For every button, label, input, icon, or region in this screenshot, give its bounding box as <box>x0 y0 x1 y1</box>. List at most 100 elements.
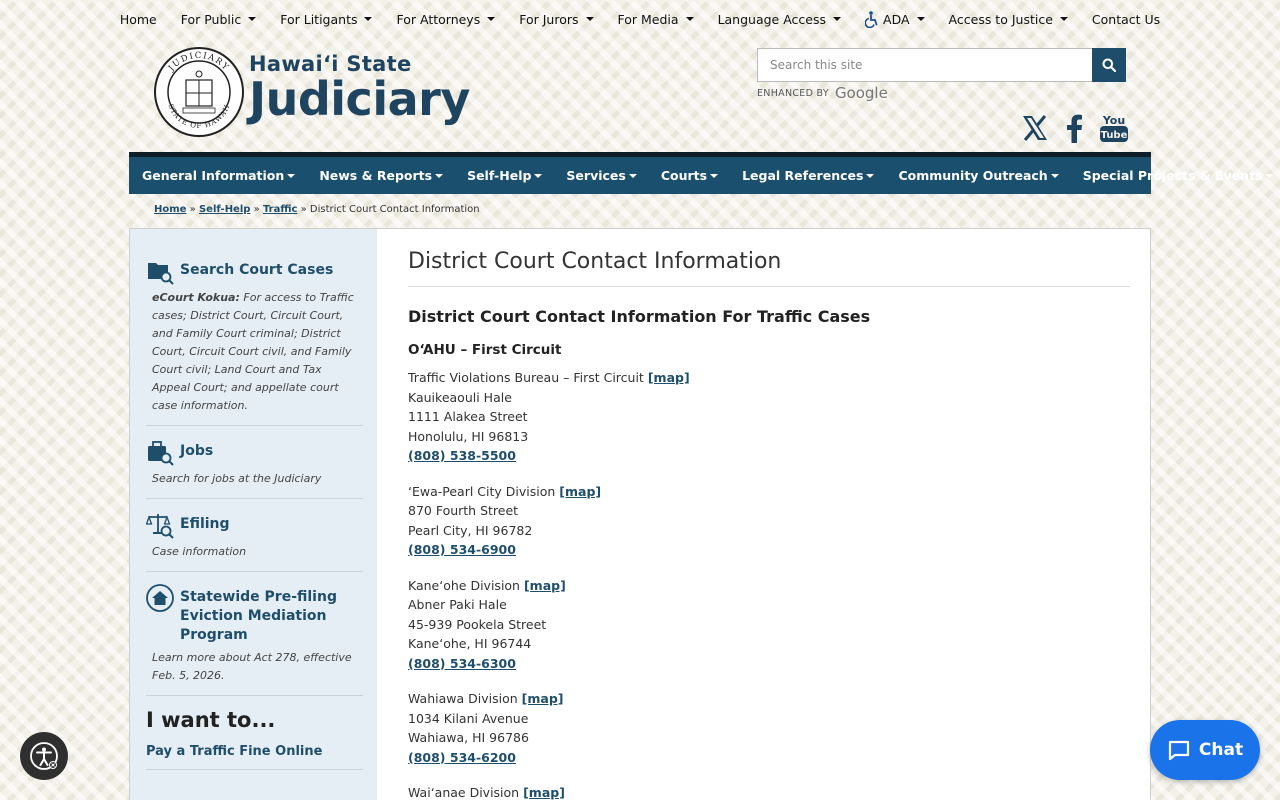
top-nav-language-access[interactable]: Language Access <box>718 12 842 27</box>
main-nav-label: Services <box>566 168 626 183</box>
sidebar-item-search-court-cases: Search Court Cases eCourt Kokua: For acce… <box>146 257 363 426</box>
pay-traffic-fine-link[interactable]: Pay a Traffic Fine Online <box>146 744 363 770</box>
sidebar-item-description: Case information <box>146 543 363 561</box>
phone-link[interactable]: (808) 534-6900 <box>408 542 516 557</box>
top-nav-for-public[interactable]: For Public <box>181 12 257 27</box>
address-line: 45-939 Pookela Street <box>408 616 547 632</box>
top-nav-for-media[interactable]: For Media <box>618 12 694 27</box>
location-block: ʻEwa-Pearl City Division [map] 870 Fourth… <box>408 482 1130 560</box>
caret-down-icon <box>585 17 594 21</box>
top-nav-for-litigants[interactable]: For Litigants <box>280 12 373 27</box>
sidebar-link-statewide-pre-filing-eviction-mediation-program[interactable]: Statewide Pre-filing Eviction Mediation … <box>146 584 363 645</box>
sidebar-item-jobs: Jobs Search for jobs at the Judiciary <box>146 438 363 499</box>
caret-down-icon <box>833 17 842 21</box>
search-icon <box>1102 58 1116 72</box>
accessibility-icon <box>30 742 58 770</box>
top-nav-label: For Public <box>180 11 242 27</box>
sidebar: Search Court Cases eCourt Kokua: For acce… <box>130 229 377 800</box>
sidebar-item-label: Efiling <box>180 516 230 532</box>
scales-search-icon <box>146 514 174 539</box>
map-link[interactable]: [map] <box>559 484 601 499</box>
main-nav-community-outreach[interactable]: Community Outreach <box>898 168 1059 183</box>
search-enhanced-by: ENHANCED BY Google <box>757 84 888 102</box>
description-text: Search for jobs at the Judiciary <box>152 472 322 485</box>
address-line: 870 Fourth Street <box>408 503 519 518</box>
chat-bubble-icon <box>1168 740 1190 761</box>
breadcrumb-traffic[interactable]: Traffic <box>263 204 297 215</box>
top-nav-label: ADA <box>883 11 910 27</box>
site-search <box>757 48 1126 82</box>
search-input[interactable] <box>757 48 1092 82</box>
location-name-line: Kaneʻohe Division [map] <box>408 576 1130 596</box>
main-nav-label: Courts <box>660 168 708 183</box>
address-line: Kaneʻohe, HI 96744 <box>408 636 532 651</box>
main-nav-legal-references[interactable]: Legal References <box>742 168 875 183</box>
caret-down-icon <box>287 173 296 178</box>
folder-search-icon <box>148 263 174 285</box>
sidebar-link-jobs[interactable]: Jobs <box>146 438 363 466</box>
main-nav-services[interactable]: Services <box>566 168 637 183</box>
location-block: Waiʻanae Division [map] <box>408 783 1130 800</box>
map-link[interactable]: [map] <box>523 785 565 800</box>
chat-button[interactable]: Chat <box>1150 720 1260 780</box>
youtube-icon[interactable]: You Tube <box>1098 112 1130 144</box>
top-nav-contact-us[interactable]: Contact Us <box>1092 12 1160 27</box>
caret-down-icon <box>1265 173 1274 178</box>
top-nav-label: For Media <box>617 11 679 27</box>
house-icon <box>146 584 174 612</box>
top-nav-label: Access to Justice <box>948 11 1053 27</box>
phone-link[interactable]: (808) 534-6300 <box>408 656 516 671</box>
location-name: Kaneʻohe Division <box>408 577 520 593</box>
sidebar-link-efiling[interactable]: Efiling <box>146 511 363 539</box>
address-line: Honolulu, HI 96813 <box>408 428 529 444</box>
breadcrumb-separator: » <box>300 204 307 215</box>
x-twitter-icon[interactable] <box>1020 113 1050 143</box>
enhanced-label: ENHANCED BY <box>757 87 829 99</box>
main-nav-label: General Information <box>142 168 285 183</box>
description-text: Case information <box>152 545 247 558</box>
top-nav-ada[interactable]: ADA <box>865 10 925 28</box>
brand-judiciary-text: Judiciary <box>249 72 470 126</box>
caret-down-icon <box>628 173 637 178</box>
page-title: District Court Contact Information <box>408 249 1130 287</box>
top-nav-for-jurors[interactable]: For Jurors <box>519 12 594 27</box>
caret-down-icon <box>710 173 719 178</box>
main-nav-special-projects-events[interactable]: Special Projects & Events <box>1083 168 1274 183</box>
caret-down-icon <box>866 173 875 178</box>
map-link[interactable]: [map] <box>648 370 690 385</box>
sidebar-link-search-court-cases[interactable]: Search Court Cases <box>146 257 363 285</box>
location-name: ʻEwa-Pearl City Division <box>408 483 556 499</box>
main-nav-self-help[interactable]: Self-Help <box>467 168 543 183</box>
svg-text:Tube: Tube <box>1101 130 1128 141</box>
facebook-icon[interactable] <box>1064 113 1084 143</box>
top-navigation: Home For Public For Litigants For Attorneys… <box>0 0 1280 38</box>
ecourt-kokua-label: eCourt Kokua: <box>152 291 240 304</box>
sidebar-item-efiling: Efiling Case information <box>146 511 363 572</box>
map-link[interactable]: [map] <box>524 578 566 593</box>
top-nav-for-attorneys[interactable]: For Attorneys <box>396 12 496 27</box>
address-line: Kauikeaouli Hale <box>408 389 512 405</box>
accessibility-button[interactable] <box>20 732 68 780</box>
map-link[interactable]: [map] <box>522 691 564 706</box>
sidebar-item-description: eCourt Kokua: For access to Traffic case… <box>146 289 363 415</box>
caret-down-icon <box>487 17 496 21</box>
caret-down-icon <box>1059 17 1068 21</box>
address-line: Wahiawa, HI 96786 <box>408 730 529 745</box>
top-nav-home[interactable]: Home <box>120 12 157 27</box>
phone-link[interactable]: (808) 534-6200 <box>408 750 516 765</box>
site-logo[interactable]: JUDICIARY STATE OF HAWAII Hawaiʻi State … <box>153 46 470 138</box>
search-button[interactable] <box>1092 48 1126 82</box>
address-line: 1111 Alakea Street <box>408 409 528 424</box>
content-frame: Search Court Cases eCourt Kokua: For acce… <box>129 228 1151 800</box>
top-nav-access-to-justice[interactable]: Access to Justice <box>949 12 1068 27</box>
breadcrumb-current: District Court Contact Information <box>309 204 480 215</box>
location-name-line: Traffic Violations Bureau – First Circui… <box>408 368 1130 388</box>
main-nav-general-information[interactable]: General Information <box>142 168 296 183</box>
sidebar-item-description: Learn more about Act 278, effective Feb.… <box>146 649 363 685</box>
main-nav-courts[interactable]: Courts <box>660 168 719 183</box>
phone-link[interactable]: (808) 538-5500 <box>408 448 516 463</box>
breadcrumb-self-help[interactable]: Self-Help <box>199 204 250 215</box>
breadcrumb-home[interactable]: Home <box>154 204 186 215</box>
main-nav-news-reports[interactable]: News & Reports <box>319 168 444 183</box>
caret-down-icon <box>435 173 444 178</box>
